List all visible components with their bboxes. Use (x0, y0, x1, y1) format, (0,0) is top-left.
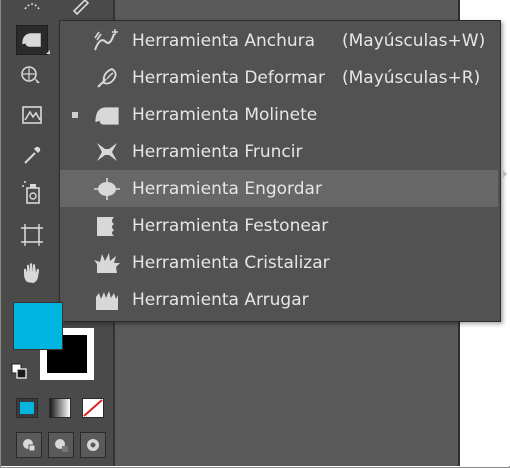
menu-item-label: Herramienta Molinete (132, 104, 318, 125)
menu-item-shortcut: (Mayúsculas+W) (342, 30, 486, 51)
menu-item-label: Herramienta Festonear (132, 215, 329, 236)
none-mode-button[interactable] (82, 398, 104, 418)
eyedropper-tool-icon[interactable] (16, 140, 48, 170)
color-mode-button[interactable] (16, 398, 38, 418)
menu-item-label: Herramienta Arrugar (132, 289, 309, 310)
hand-tool-icon[interactable] (16, 258, 48, 288)
menu-item-label: Herramienta Deformar (132, 67, 325, 88)
fill-color-swatch[interactable] (13, 302, 63, 350)
bloat-tool-icon (92, 175, 122, 203)
selected-bullet (72, 111, 78, 118)
menu-item-width-tool[interactable]: Herramienta Anchura (Mayúsculas+W) (60, 22, 498, 59)
scallop-tool-icon (92, 212, 122, 240)
lasso-tool-icon[interactable] (16, 0, 48, 20)
menu-item-twirl-tool[interactable]: Herramienta Molinete (60, 96, 498, 133)
pucker-tool-icon (92, 138, 122, 166)
tool-group-indicator (46, 50, 50, 54)
eraser-tool-icon[interactable] (64, 0, 96, 20)
menu-item-warp-tool[interactable]: Herramienta Deformar (Mayúsculas+R) (60, 59, 498, 96)
menu-item-label: Herramienta Anchura (132, 30, 316, 51)
menu-item-shortcut: (Mayúsculas+R) (342, 67, 481, 88)
draw-normal-icon[interactable] (16, 432, 42, 458)
shape-builder-tool-icon[interactable] (16, 60, 48, 90)
menu-item-label: Herramienta Cristalizar (132, 252, 330, 273)
menu-item-scallop-tool[interactable]: Herramienta Festonear (60, 207, 498, 244)
artboard-tool-icon[interactable] (16, 220, 48, 250)
panel-expand-arrow-icon[interactable] (503, 170, 507, 178)
draw-behind-icon[interactable] (48, 432, 74, 458)
menu-item-crystallize-tool[interactable]: Herramienta Cristalizar (60, 244, 498, 281)
menu-item-wrinkle-tool[interactable]: Herramienta Arrugar (60, 281, 498, 318)
gradient-mode-button[interactable] (49, 398, 71, 418)
draw-inside-icon[interactable] (80, 432, 106, 458)
warp-tool-icon (92, 64, 122, 92)
tool-flyout-menu: Herramienta Anchura (Mayúsculas+W) Herra… (59, 20, 501, 322)
width-tool-icon (92, 27, 122, 55)
perspective-grid-tool-icon[interactable] (16, 100, 48, 130)
menu-item-label: Herramienta Engordar (132, 178, 322, 199)
wrinkle-tool-icon (92, 286, 122, 314)
color-mode-icon (20, 402, 34, 414)
crystallize-tool-icon (92, 249, 122, 277)
menu-item-pucker-tool[interactable]: Herramienta Fruncir (60, 133, 498, 170)
menu-item-bloat-tool[interactable]: Herramienta Engordar (60, 170, 498, 207)
menu-item-label: Herramienta Fruncir (132, 141, 303, 162)
twirl-tool-icon (92, 101, 122, 129)
default-fill-stroke-icon[interactable] (6, 358, 32, 384)
twirl-tool-button[interactable] (16, 25, 48, 55)
symbol-sprayer-tool-icon[interactable] (16, 178, 48, 208)
